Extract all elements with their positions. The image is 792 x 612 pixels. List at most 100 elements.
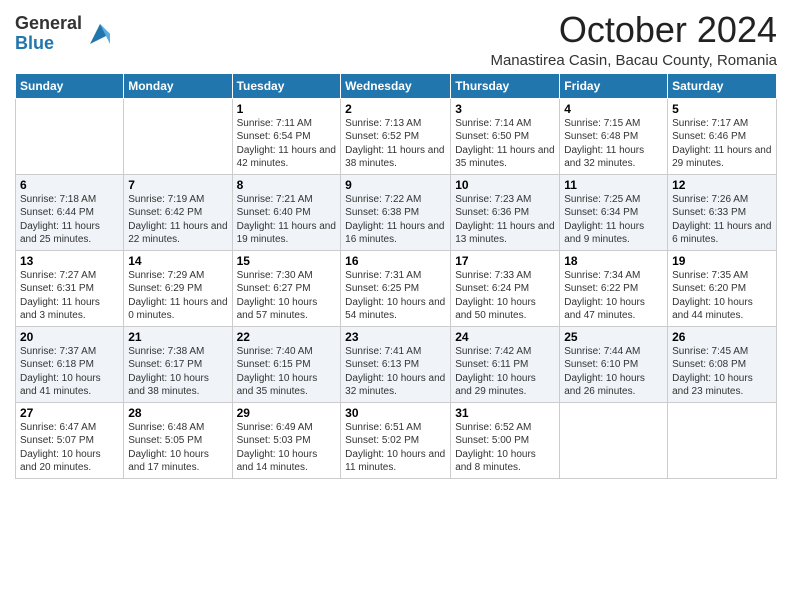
day-info: Sunrise: 7:33 AM Sunset: 6:24 PM Dayligh… (455, 269, 555, 323)
day-info: Sunrise: 7:31 AM Sunset: 6:25 PM Dayligh… (345, 269, 446, 323)
table-row (668, 402, 777, 478)
table-row: 3Sunrise: 7:14 AM Sunset: 6:50 PM Daylig… (451, 98, 560, 174)
table-row: 20Sunrise: 7:37 AM Sunset: 6:18 PM Dayli… (16, 326, 124, 402)
day-info: Sunrise: 7:17 AM Sunset: 6:46 PM Dayligh… (672, 117, 772, 171)
day-info: Sunrise: 7:30 AM Sunset: 6:27 PM Dayligh… (237, 269, 337, 323)
table-row: 8Sunrise: 7:21 AM Sunset: 6:40 PM Daylig… (232, 174, 341, 250)
table-row: 1Sunrise: 7:11 AM Sunset: 6:54 PM Daylig… (232, 98, 341, 174)
day-number: 3 (455, 102, 555, 116)
day-info: Sunrise: 7:29 AM Sunset: 6:29 PM Dayligh… (128, 269, 227, 323)
calendar-week-row: 20Sunrise: 7:37 AM Sunset: 6:18 PM Dayli… (16, 326, 777, 402)
day-number: 29 (237, 406, 337, 420)
day-info: Sunrise: 6:48 AM Sunset: 5:05 PM Dayligh… (128, 421, 227, 475)
table-row: 27Sunrise: 6:47 AM Sunset: 5:07 PM Dayli… (16, 402, 124, 478)
day-number: 9 (345, 178, 446, 192)
col-wednesday: Wednesday (341, 73, 451, 98)
day-number: 26 (672, 330, 772, 344)
header: General Blue October 2024 Manastirea Cas… (15, 10, 777, 69)
day-info: Sunrise: 7:13 AM Sunset: 6:52 PM Dayligh… (345, 117, 446, 171)
day-number: 16 (345, 254, 446, 268)
day-number: 6 (20, 178, 119, 192)
title-block: October 2024 Manastirea Casin, Bacau Cou… (490, 10, 777, 69)
day-number: 14 (128, 254, 227, 268)
table-row: 23Sunrise: 7:41 AM Sunset: 6:13 PM Dayli… (341, 326, 451, 402)
table-row: 15Sunrise: 7:30 AM Sunset: 6:27 PM Dayli… (232, 250, 341, 326)
day-info: Sunrise: 6:49 AM Sunset: 5:03 PM Dayligh… (237, 421, 337, 475)
table-row (16, 98, 124, 174)
calendar-week-row: 6Sunrise: 7:18 AM Sunset: 6:44 PM Daylig… (16, 174, 777, 250)
day-number: 25 (564, 330, 663, 344)
day-number: 11 (564, 178, 663, 192)
day-number: 23 (345, 330, 446, 344)
calendar-header-row: Sunday Monday Tuesday Wednesday Thursday… (16, 73, 777, 98)
day-info: Sunrise: 7:14 AM Sunset: 6:50 PM Dayligh… (455, 117, 555, 171)
table-row: 21Sunrise: 7:38 AM Sunset: 6:17 PM Dayli… (124, 326, 232, 402)
col-tuesday: Tuesday (232, 73, 341, 98)
calendar-week-row: 13Sunrise: 7:27 AM Sunset: 6:31 PM Dayli… (16, 250, 777, 326)
calendar-week-row: 27Sunrise: 6:47 AM Sunset: 5:07 PM Dayli… (16, 402, 777, 478)
day-info: Sunrise: 7:27 AM Sunset: 6:31 PM Dayligh… (20, 269, 119, 323)
table-row: 14Sunrise: 7:29 AM Sunset: 6:29 PM Dayli… (124, 250, 232, 326)
logo-general: General (15, 14, 82, 34)
table-row: 18Sunrise: 7:34 AM Sunset: 6:22 PM Dayli… (560, 250, 668, 326)
col-thursday: Thursday (451, 73, 560, 98)
day-number: 28 (128, 406, 227, 420)
day-number: 19 (672, 254, 772, 268)
page: General Blue October 2024 Manastirea Cas… (0, 0, 792, 612)
table-row: 11Sunrise: 7:25 AM Sunset: 6:34 PM Dayli… (560, 174, 668, 250)
calendar-week-row: 1Sunrise: 7:11 AM Sunset: 6:54 PM Daylig… (16, 98, 777, 174)
day-info: Sunrise: 7:21 AM Sunset: 6:40 PM Dayligh… (237, 193, 337, 247)
day-info: Sunrise: 7:44 AM Sunset: 6:10 PM Dayligh… (564, 345, 663, 399)
day-info: Sunrise: 7:18 AM Sunset: 6:44 PM Dayligh… (20, 193, 119, 247)
day-number: 13 (20, 254, 119, 268)
day-number: 8 (237, 178, 337, 192)
day-number: 10 (455, 178, 555, 192)
table-row: 24Sunrise: 7:42 AM Sunset: 6:11 PM Dayli… (451, 326, 560, 402)
table-row: 30Sunrise: 6:51 AM Sunset: 5:02 PM Dayli… (341, 402, 451, 478)
col-sunday: Sunday (16, 73, 124, 98)
day-info: Sunrise: 7:45 AM Sunset: 6:08 PM Dayligh… (672, 345, 772, 399)
table-row: 31Sunrise: 6:52 AM Sunset: 5:00 PM Dayli… (451, 402, 560, 478)
day-number: 27 (20, 406, 119, 420)
table-row: 17Sunrise: 7:33 AM Sunset: 6:24 PM Dayli… (451, 250, 560, 326)
day-number: 2 (345, 102, 446, 116)
table-row: 12Sunrise: 7:26 AM Sunset: 6:33 PM Dayli… (668, 174, 777, 250)
day-number: 12 (672, 178, 772, 192)
day-number: 15 (237, 254, 337, 268)
table-row: 28Sunrise: 6:48 AM Sunset: 5:05 PM Dayli… (124, 402, 232, 478)
day-number: 4 (564, 102, 663, 116)
table-row: 13Sunrise: 7:27 AM Sunset: 6:31 PM Dayli… (16, 250, 124, 326)
table-row (124, 98, 232, 174)
logo: General Blue (15, 14, 114, 54)
table-row: 5Sunrise: 7:17 AM Sunset: 6:46 PM Daylig… (668, 98, 777, 174)
table-row: 6Sunrise: 7:18 AM Sunset: 6:44 PM Daylig… (16, 174, 124, 250)
table-row: 7Sunrise: 7:19 AM Sunset: 6:42 PM Daylig… (124, 174, 232, 250)
day-number: 20 (20, 330, 119, 344)
day-number: 22 (237, 330, 337, 344)
day-number: 30 (345, 406, 446, 420)
location-title: Manastirea Casin, Bacau County, Romania (490, 52, 777, 69)
day-info: Sunrise: 7:38 AM Sunset: 6:17 PM Dayligh… (128, 345, 227, 399)
day-info: Sunrise: 7:11 AM Sunset: 6:54 PM Dayligh… (237, 117, 337, 171)
day-number: 31 (455, 406, 555, 420)
table-row: 19Sunrise: 7:35 AM Sunset: 6:20 PM Dayli… (668, 250, 777, 326)
day-number: 24 (455, 330, 555, 344)
logo-blue: Blue (15, 34, 82, 54)
table-row: 26Sunrise: 7:45 AM Sunset: 6:08 PM Dayli… (668, 326, 777, 402)
month-title: October 2024 (490, 10, 777, 50)
day-info: Sunrise: 6:52 AM Sunset: 5:00 PM Dayligh… (455, 421, 555, 475)
day-info: Sunrise: 7:34 AM Sunset: 6:22 PM Dayligh… (564, 269, 663, 323)
day-info: Sunrise: 7:19 AM Sunset: 6:42 PM Dayligh… (128, 193, 227, 247)
day-info: Sunrise: 7:23 AM Sunset: 6:36 PM Dayligh… (455, 193, 555, 247)
table-row: 2Sunrise: 7:13 AM Sunset: 6:52 PM Daylig… (341, 98, 451, 174)
day-info: Sunrise: 7:42 AM Sunset: 6:11 PM Dayligh… (455, 345, 555, 399)
table-row: 16Sunrise: 7:31 AM Sunset: 6:25 PM Dayli… (341, 250, 451, 326)
table-row (560, 402, 668, 478)
day-info: Sunrise: 7:41 AM Sunset: 6:13 PM Dayligh… (345, 345, 446, 399)
day-number: 7 (128, 178, 227, 192)
day-info: Sunrise: 7:25 AM Sunset: 6:34 PM Dayligh… (564, 193, 663, 247)
day-info: Sunrise: 7:40 AM Sunset: 6:15 PM Dayligh… (237, 345, 337, 399)
day-info: Sunrise: 7:35 AM Sunset: 6:20 PM Dayligh… (672, 269, 772, 323)
col-saturday: Saturday (668, 73, 777, 98)
day-number: 17 (455, 254, 555, 268)
